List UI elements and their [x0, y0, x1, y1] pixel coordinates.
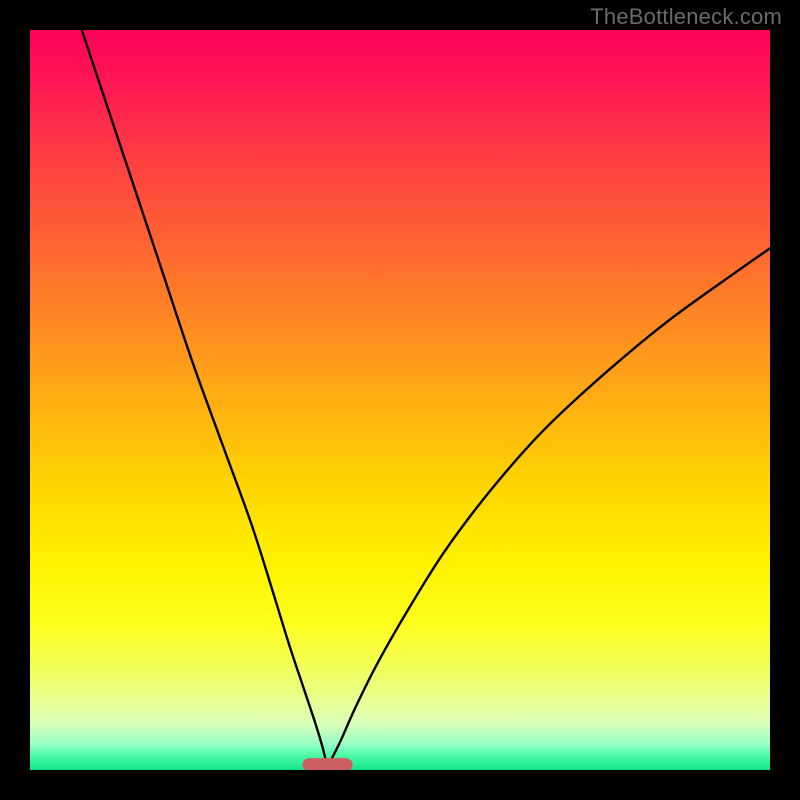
plot-svg [30, 30, 770, 770]
plot-area [30, 30, 770, 770]
chart-frame: TheBottleneck.com [0, 0, 800, 800]
gradient-background [30, 30, 770, 770]
watermark-text: TheBottleneck.com [590, 4, 782, 30]
optimum-marker [302, 758, 352, 770]
